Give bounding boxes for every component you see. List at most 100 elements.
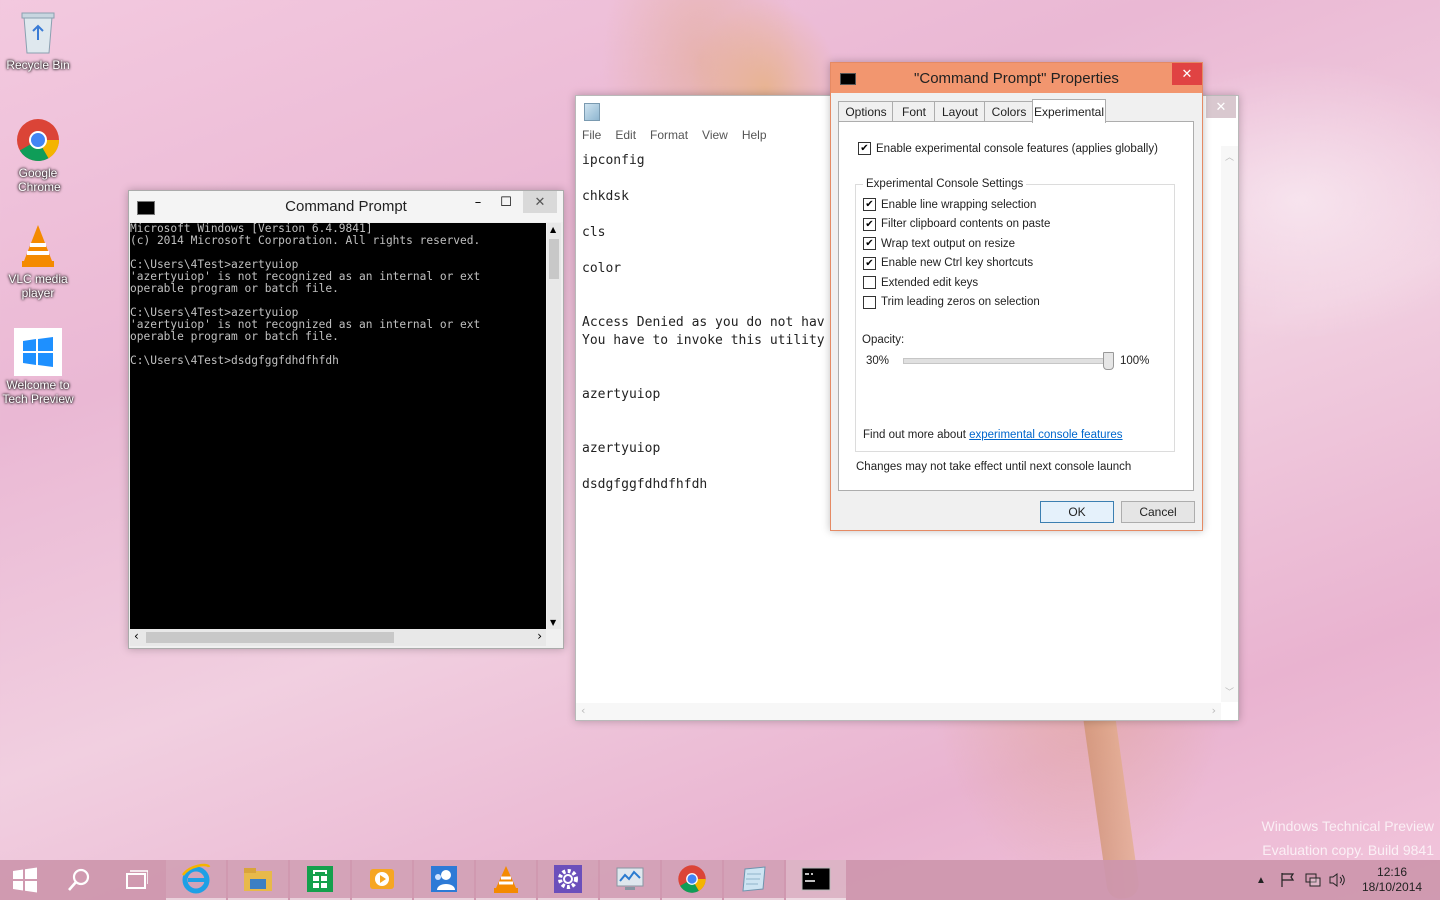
speaker-icon bbox=[1329, 873, 1345, 887]
menu-file[interactable]: File bbox=[582, 126, 608, 146]
scroll-thumb[interactable] bbox=[146, 632, 394, 643]
scroll-thumb[interactable] bbox=[549, 239, 559, 279]
clock-date: 18/10/2014 bbox=[1362, 880, 1423, 894]
cmd-titlebar[interactable]: Command Prompt – ☐ ✕ bbox=[129, 191, 563, 222]
desktop-icon-label: VLC media player bbox=[8, 272, 68, 300]
volume-button[interactable] bbox=[1328, 860, 1346, 900]
menu-view[interactable]: View bbox=[702, 126, 735, 146]
people-icon bbox=[431, 866, 457, 892]
task-view-button[interactable] bbox=[108, 860, 164, 900]
show-hidden-icons-button[interactable]: ▲ bbox=[1256, 860, 1266, 900]
settings-icon bbox=[554, 865, 582, 893]
checkbox-label: Enable experimental console features (ap… bbox=[876, 142, 1158, 155]
tab-font[interactable]: Font bbox=[892, 101, 936, 122]
clock[interactable]: 12:16 18/10/2014 bbox=[1362, 860, 1422, 900]
resource-monitor-icon bbox=[616, 867, 644, 890]
properties-title: "Command Prompt" Properties bbox=[914, 69, 1119, 87]
taskbar-store[interactable] bbox=[290, 860, 350, 900]
opacity-slider-thumb[interactable] bbox=[1103, 352, 1114, 370]
scroll-down-icon[interactable]: ﹀ bbox=[1225, 685, 1234, 698]
action-center-button[interactable] bbox=[1280, 860, 1296, 900]
taskbar-chrome[interactable] bbox=[662, 860, 722, 900]
setting-checkbox-row[interactable]: Extended edit keys bbox=[863, 276, 978, 289]
cmd-vscroll[interactable]: ▲ ▼ bbox=[547, 223, 561, 629]
setting-checkbox-row[interactable]: Enable line wrapping selection bbox=[863, 198, 1036, 211]
menu-format[interactable]: Format bbox=[650, 126, 695, 146]
find-out-more: Find out more about experimental console… bbox=[863, 429, 1123, 441]
desktop-icon-recycle-bin[interactable]: Recycle Bin bbox=[0, 8, 76, 72]
tab-experimental[interactable]: Experimental bbox=[1032, 99, 1106, 123]
windows-logo-icon bbox=[14, 328, 62, 376]
wallpaper-petal bbox=[690, 0, 840, 110]
tab-layout[interactable]: Layout bbox=[934, 101, 986, 122]
cancel-button[interactable]: Cancel bbox=[1121, 501, 1195, 523]
properties-titlebar[interactable]: "Command Prompt" Properties ✕ bbox=[831, 63, 1202, 93]
checkbox-box[interactable] bbox=[863, 295, 876, 309]
network-button[interactable] bbox=[1304, 860, 1322, 900]
scroll-right-icon[interactable]: › bbox=[1212, 704, 1216, 717]
minimize-button[interactable]: – bbox=[463, 191, 493, 213]
maximize-button[interactable]: ☐ bbox=[491, 191, 521, 213]
checkbox-box[interactable] bbox=[863, 256, 876, 270]
setting-checkbox-row[interactable]: Trim leading zeros on selection bbox=[863, 295, 1040, 309]
taskbar-vlc[interactable] bbox=[476, 860, 536, 900]
taskbar-command-prompt[interactable] bbox=[786, 860, 846, 900]
opacity-slider[interactable] bbox=[903, 352, 1114, 370]
taskbar-people[interactable] bbox=[414, 860, 474, 900]
setting-checkbox-row[interactable]: Enable new Ctrl key shortcuts bbox=[863, 256, 1033, 270]
taskbar-resource-monitor[interactable] bbox=[600, 860, 660, 900]
checkbox-label: Filter clipboard contents on paste bbox=[881, 218, 1051, 230]
checkbox-box[interactable] bbox=[863, 276, 876, 289]
cmd-hscroll[interactable]: ‹ › bbox=[130, 629, 546, 646]
scroll-up-icon[interactable]: ▲ bbox=[550, 225, 556, 234]
desktop-icon-vlc[interactable]: VLC media player bbox=[0, 222, 76, 300]
setting-checkbox-row[interactable]: Wrap text output on resize bbox=[863, 237, 1015, 250]
close-button[interactable]: ✕ bbox=[523, 191, 557, 213]
task-view-icon bbox=[126, 870, 148, 889]
tab-colors[interactable]: Colors bbox=[984, 101, 1034, 122]
desktop-icon-chrome[interactable]: Google Chrome bbox=[0, 116, 76, 194]
start-button[interactable] bbox=[0, 860, 50, 900]
chrome-icon bbox=[678, 865, 706, 893]
restart-note: Changes may not take effect until next c… bbox=[856, 461, 1132, 473]
ok-button[interactable]: OK bbox=[1040, 501, 1114, 523]
clock-time: 12:16 bbox=[1377, 865, 1408, 879]
tab-options[interactable]: Options bbox=[838, 101, 894, 122]
scroll-right-icon[interactable]: › bbox=[537, 629, 542, 643]
console-line: C:\Users\4Test>dsdgfggfdhdfhfdh bbox=[130, 354, 339, 367]
notepad-hscroll[interactable]: ‹ › bbox=[576, 703, 1221, 720]
taskbar-internet-explorer[interactable] bbox=[166, 860, 226, 900]
checkbox-box[interactable] bbox=[863, 217, 876, 231]
setting-checkbox-row[interactable]: Filter clipboard contents on paste bbox=[863, 217, 1051, 231]
menu-help[interactable]: Help bbox=[742, 126, 774, 146]
opacity-label: Opacity: bbox=[862, 334, 905, 346]
notepad-close-button[interactable]: ✕ bbox=[1206, 96, 1236, 118]
desktop-icon-welcome[interactable]: Welcome to Tech Preview bbox=[0, 328, 76, 406]
menu-edit[interactable]: Edit bbox=[615, 126, 643, 146]
scroll-down-icon[interactable]: ▼ bbox=[550, 618, 556, 627]
experimental-features-link[interactable]: experimental console features bbox=[969, 429, 1122, 441]
scroll-left-icon[interactable]: ‹ bbox=[581, 704, 585, 717]
taskbar-file-explorer[interactable] bbox=[228, 860, 288, 900]
cmd-console-output[interactable]: Microsoft Windows [Version 6.4.9841] (c) … bbox=[130, 223, 546, 629]
experimental-panel: Enable experimental console features (ap… bbox=[838, 121, 1194, 491]
checkbox-label: Extended edit keys bbox=[881, 276, 979, 289]
properties-close-button[interactable]: ✕ bbox=[1172, 63, 1202, 85]
taskbar-video[interactable] bbox=[352, 860, 412, 900]
checkbox-box[interactable] bbox=[863, 237, 876, 250]
enable-experimental-checkbox[interactable]: Enable experimental console features (ap… bbox=[858, 142, 1158, 155]
flag-icon bbox=[1281, 873, 1295, 887]
opacity-max-label: 100% bbox=[1120, 355, 1150, 367]
taskbar-settings[interactable] bbox=[538, 860, 598, 900]
scroll-up-icon[interactable]: ︿ bbox=[1225, 150, 1234, 163]
cmd-window[interactable]: Command Prompt – ☐ ✕ Microsoft Windows [… bbox=[128, 190, 564, 649]
properties-dialog[interactable]: "Command Prompt" Properties ✕ Options Fo… bbox=[830, 62, 1203, 531]
taskbar-notepad[interactable] bbox=[724, 860, 784, 900]
chevron-up-icon: ▲ bbox=[1256, 874, 1266, 886]
checkbox-box[interactable] bbox=[863, 198, 876, 211]
command-prompt-icon bbox=[801, 867, 831, 891]
checkbox-box[interactable] bbox=[858, 142, 871, 155]
scroll-left-icon[interactable]: ‹ bbox=[134, 629, 139, 643]
notepad-vscroll[interactable]: ︿ ﹀ bbox=[1221, 146, 1238, 702]
search-button[interactable] bbox=[52, 860, 106, 900]
